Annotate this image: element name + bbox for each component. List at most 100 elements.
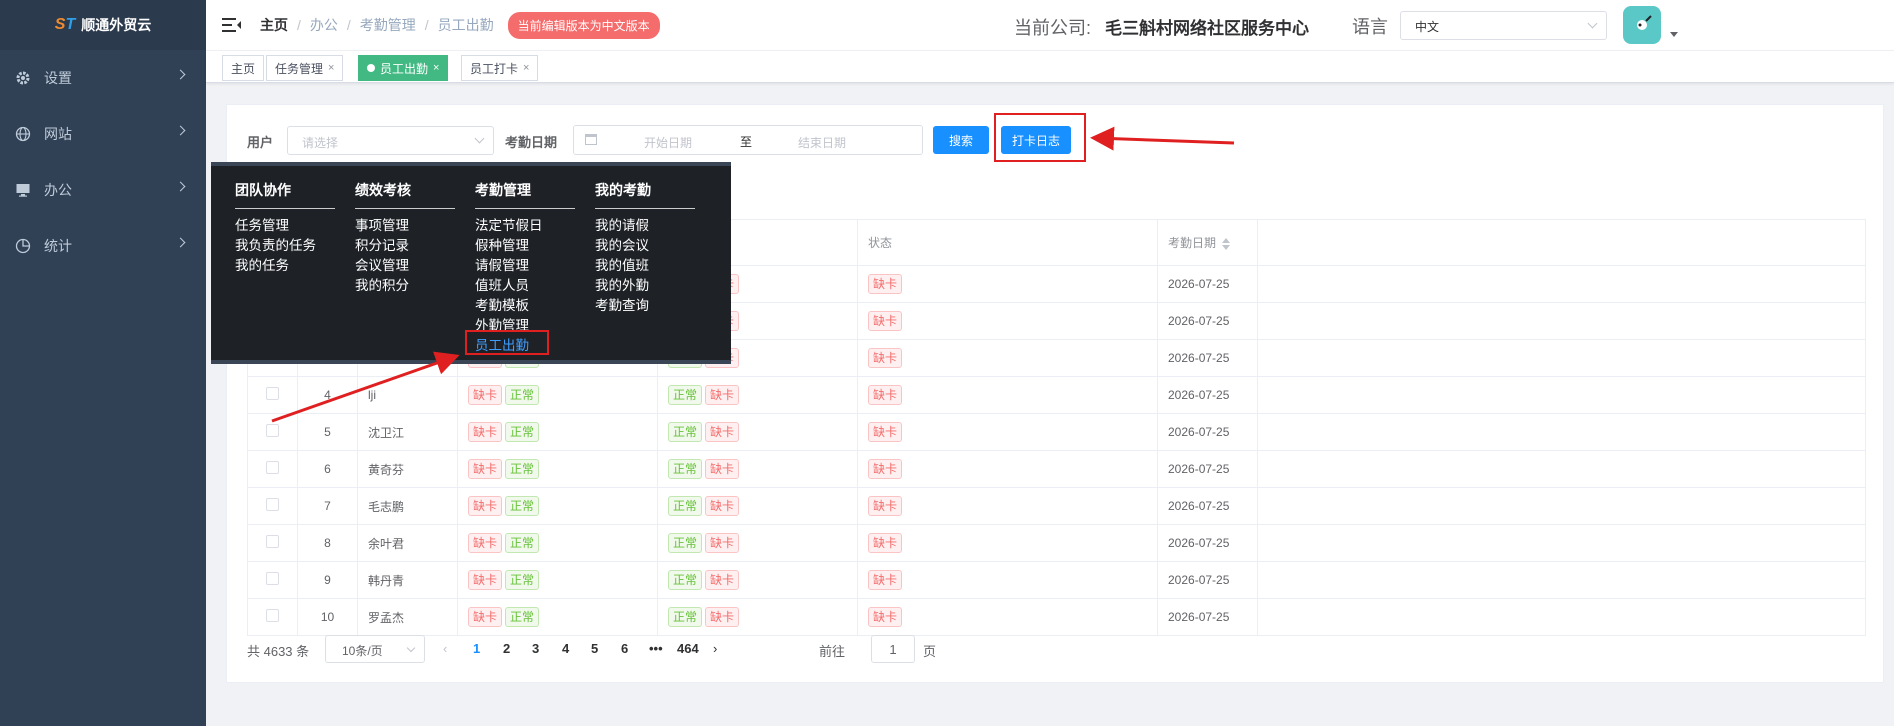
- status-tag: 缺卡: [868, 348, 903, 368]
- table-row: 6 黄奇芬 缺卡 正常 正常 缺卡 缺卡 2026-07-25: [247, 450, 1866, 488]
- menu-item[interactable]: 考勤模板: [475, 296, 575, 316]
- gear-icon: [14, 69, 32, 87]
- menu-item[interactable]: 会议管理: [355, 256, 455, 276]
- logo[interactable]: ST 顺通外贸云: [0, 0, 206, 50]
- status-tag: 正常: [668, 570, 703, 590]
- page-3[interactable]: 3: [532, 641, 539, 656]
- tag-task-management[interactable]: 任务管理 ×: [266, 55, 344, 81]
- menu-item[interactable]: 法定节假日: [475, 216, 575, 236]
- employee-name: 余叶君: [357, 524, 458, 562]
- company-info: 当前公司: 毛三斛村网络社区服务中心: [1014, 14, 1309, 40]
- menu-toggle-icon[interactable]: [222, 18, 241, 32]
- page-5[interactable]: 5: [591, 641, 598, 656]
- breadcrumb-home[interactable]: 主页: [260, 15, 288, 35]
- menu-item[interactable]: 积分记录: [355, 236, 455, 256]
- menu-item[interactable]: 事项管理: [355, 216, 455, 236]
- menu-item[interactable]: 我的值班: [595, 256, 695, 276]
- breadcrumb-office: 办公: [309, 17, 338, 33]
- row-index: 5: [297, 413, 358, 451]
- search-button[interactable]: 搜索: [933, 126, 989, 154]
- page-2[interactable]: 2: [503, 641, 510, 656]
- prev-page-button[interactable]: ‹: [443, 641, 447, 656]
- status-tag: 缺卡: [705, 385, 740, 405]
- row-checkbox[interactable]: [266, 498, 279, 511]
- sidebar-item-label: 网站: [44, 126, 72, 142]
- menu-item[interactable]: 考勤查询: [595, 296, 695, 316]
- tag-employee-clockin[interactable]: 员工打卡 ×: [461, 55, 539, 81]
- status-tag: 缺卡: [468, 459, 503, 479]
- page-size-select[interactable]: 10条/页: [325, 635, 425, 663]
- company-name: 毛三斛村网络社区服务中心: [1105, 19, 1310, 38]
- status-tag: 缺卡: [868, 607, 903, 627]
- language-select[interactable]: 中文: [1400, 11, 1607, 40]
- row-checkbox[interactable]: [266, 609, 279, 622]
- start-date-input[interactable]: 开始日期: [644, 134, 692, 151]
- status-tag: 缺卡: [868, 459, 903, 479]
- chevron-right-icon: [175, 237, 186, 248]
- status-tag: 正常: [668, 385, 703, 405]
- menu-item[interactable]: 我的任务: [235, 256, 335, 276]
- employee-name: lji: [357, 376, 458, 414]
- menu-column-title: 绩效考核: [355, 180, 455, 209]
- next-page-button[interactable]: ›: [713, 641, 717, 656]
- attendance-date: 2026-07-25: [1157, 524, 1258, 562]
- employee-name: 黄奇芬: [357, 450, 458, 488]
- more-pages[interactable]: •••: [649, 641, 663, 656]
- close-icon[interactable]: ×: [433, 62, 439, 74]
- end-date-input[interactable]: 结束日期: [798, 134, 846, 151]
- chevron-down-icon: [1587, 18, 1598, 29]
- sort-icon[interactable]: [1222, 237, 1231, 250]
- status-tag: 缺卡: [705, 607, 740, 627]
- menu-item[interactable]: 我负责的任务: [235, 236, 335, 256]
- row-checkbox[interactable]: [266, 535, 279, 548]
- menu-item[interactable]: 请假管理: [475, 256, 575, 276]
- close-icon[interactable]: ×: [328, 62, 334, 74]
- goto-page-input[interactable]: 1: [871, 635, 915, 663]
- menu-item[interactable]: 我的会议: [595, 236, 695, 256]
- menu-item[interactable]: 我的请假: [595, 216, 695, 236]
- sidebar-item-statistics[interactable]: 统计: [0, 218, 206, 274]
- user-select[interactable]: 请选择: [287, 126, 494, 155]
- row-checkbox[interactable]: [266, 387, 279, 400]
- avatar-caret-icon[interactable]: [1670, 32, 1678, 37]
- logo-text: 顺通外贸云: [81, 17, 152, 33]
- active-dot-icon: [367, 64, 375, 72]
- status-tag: 缺卡: [468, 607, 503, 627]
- calendar-icon: [585, 134, 597, 145]
- attendance-date: 2026-07-25: [1157, 413, 1258, 451]
- page-1[interactable]: 1: [473, 641, 480, 656]
- monitor-icon: [14, 181, 32, 199]
- status-tag: 缺卡: [868, 496, 903, 516]
- page-4[interactable]: 4: [562, 641, 569, 656]
- menu-item[interactable]: 值班人员: [475, 276, 575, 296]
- company-label: 当前公司:: [1014, 18, 1092, 38]
- breadcrumb: 主页 / 办公 / 考勤管理 / 员工出勤: [260, 15, 494, 35]
- table-row: 8 余叶君 缺卡 正常 正常 缺卡 缺卡 2026-07-25: [247, 524, 1866, 562]
- avatar[interactable]: [1623, 6, 1661, 44]
- col-header-date[interactable]: 考勤日期: [1157, 219, 1258, 266]
- row-checkbox[interactable]: [266, 572, 279, 585]
- date-range-picker[interactable]: 开始日期 至 结束日期: [573, 125, 923, 155]
- sidebar-item-settings[interactable]: 设置: [0, 50, 206, 106]
- menu-item[interactable]: 我的外勤: [595, 276, 695, 296]
- sidebar-item-website[interactable]: 网站: [0, 106, 206, 162]
- tag-employee-attendance[interactable]: 员工出勤 ×: [358, 55, 449, 81]
- tag-home[interactable]: 主页: [222, 55, 265, 81]
- row-checkbox[interactable]: [266, 424, 279, 437]
- status-tag: 缺卡: [705, 570, 740, 590]
- table-row: 7 毛志鹏 缺卡 正常 正常 缺卡 缺卡 2026-07-25: [247, 487, 1866, 525]
- menu-item[interactable]: 假种管理: [475, 236, 575, 256]
- close-icon[interactable]: ×: [523, 62, 529, 74]
- goto-label: 前往: [819, 644, 846, 659]
- chevron-down-icon: [406, 643, 416, 653]
- date-filter-label: 考勤日期: [505, 135, 558, 150]
- menu-item[interactable]: 我的积分: [355, 276, 455, 296]
- row-checkbox[interactable]: [266, 461, 279, 474]
- page-6[interactable]: 6: [621, 641, 628, 656]
- sidebar-item-office[interactable]: 办公: [0, 162, 206, 218]
- breadcrumb-current: 员工出勤: [437, 17, 494, 33]
- page-last[interactable]: 464: [677, 641, 699, 656]
- status-tag: 缺卡: [868, 311, 903, 331]
- menu-item[interactable]: 任务管理: [235, 216, 335, 236]
- menu-column-title: 团队协作: [235, 180, 335, 209]
